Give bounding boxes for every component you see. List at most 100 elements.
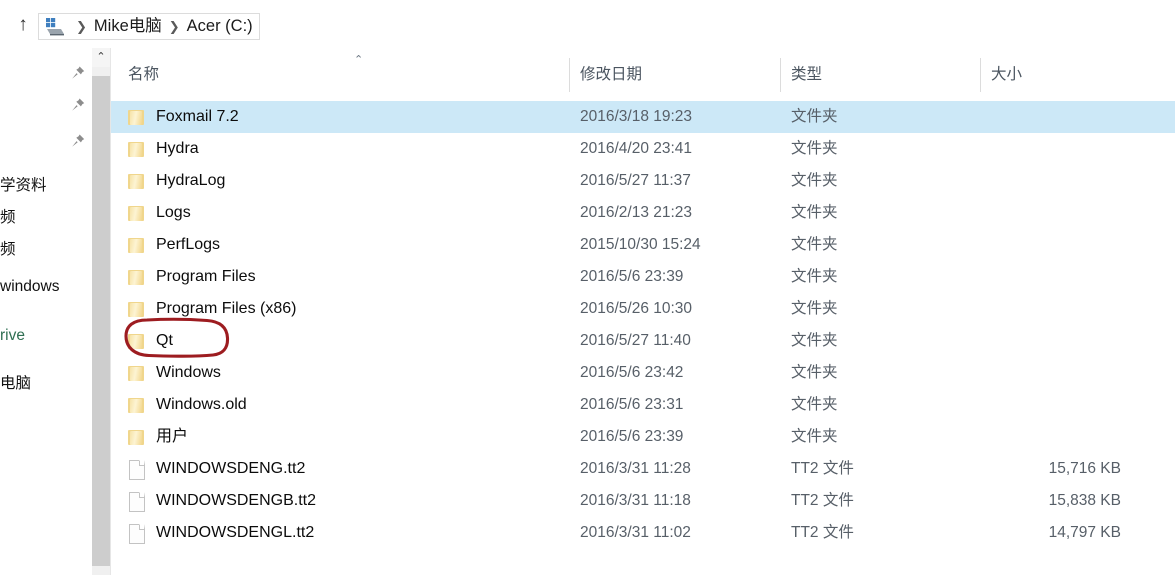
column-header-label: 类型	[791, 65, 823, 83]
file-type-label: 文件夹	[791, 396, 838, 414]
file-name-label: Logs	[156, 204, 191, 221]
pin-icon[interactable]	[70, 97, 86, 113]
scroll-up-icon[interactable]: ⌃	[92, 48, 110, 67]
table-row[interactable]: WINDOWSDENGB.tt2 2016/3/31 11:18 TT2 文件 15,…	[111, 485, 1175, 517]
nav-item-label: 学资料	[0, 177, 47, 195]
scrollbar-thumb[interactable]	[92, 76, 110, 566]
table-row[interactable]: WINDOWSDENGL.tt2 2016/3/31 11:02 TT2 文件 14,…	[111, 517, 1175, 549]
file-size-label: 14,797 KB	[1048, 524, 1121, 542]
folder-icon	[128, 267, 145, 287]
column-header-row: ⌃ 名称 修改日期 类型 大小	[111, 48, 1175, 102]
file-icon	[128, 459, 145, 480]
folder-icon	[128, 139, 145, 159]
file-name-cell[interactable]: Foxmail 7.2	[128, 101, 239, 133]
date-modified-label: 2016/3/31 11:28	[580, 460, 691, 478]
file-name-label: PerfLogs	[156, 236, 221, 253]
file-type-label: TT2 文件	[791, 524, 854, 542]
file-type-cell: 文件夹	[791, 357, 838, 389]
breadcrumb-item-pc[interactable]: Mike电脑	[94, 18, 162, 35]
table-row[interactable]: Logs 2016/2/13 21:23 文件夹	[111, 197, 1175, 229]
file-type-cell: 文件夹	[791, 101, 838, 133]
file-type-cell: TT2 文件	[791, 453, 854, 485]
pin-icon[interactable]	[70, 133, 86, 149]
column-divider[interactable]	[780, 58, 781, 92]
column-header-label: 大小	[991, 65, 1023, 83]
table-row[interactable]: PerfLogs 2015/10/30 15:24 文件夹	[111, 229, 1175, 261]
file-type-label: 文件夹	[791, 236, 838, 254]
file-name-label: Program Files	[156, 268, 256, 285]
table-row[interactable]: Hydra 2016/4/20 23:41 文件夹	[111, 133, 1175, 165]
file-type-cell: 文件夹	[791, 165, 838, 197]
column-header-date-modified[interactable]: 修改日期	[580, 48, 642, 101]
breadcrumb-separator[interactable]: ❯	[69, 20, 94, 33]
breadcrumb-separator[interactable]: ❯	[162, 20, 187, 33]
table-row[interactable]: Foxmail 7.2 2016/3/18 19:23 文件夹	[111, 101, 1175, 133]
table-row[interactable]: WINDOWSDENG.tt2 2016/3/31 11:28 TT2 文件 15,7…	[111, 453, 1175, 485]
file-type-cell: 文件夹	[791, 389, 838, 421]
nav-item-onedrive[interactable]: rive	[0, 320, 92, 352]
folder-icon	[128, 203, 145, 223]
file-size-label: 15,716 KB	[1048, 460, 1121, 478]
file-type-label: TT2 文件	[791, 492, 854, 510]
file-name-cell[interactable]: Logs	[128, 197, 191, 229]
file-name-cell[interactable]: PerfLogs	[128, 229, 220, 261]
file-name-label: Foxmail 7.2	[156, 108, 239, 125]
nav-item[interactable]: windows	[0, 271, 92, 303]
date-modified-label: 2016/5/6 23:39	[580, 268, 684, 286]
nav-item-label: windows	[0, 278, 60, 296]
nav-item-this-pc[interactable]: 电脑	[0, 368, 92, 400]
file-name-cell[interactable]: 用户	[128, 421, 188, 453]
column-header-name[interactable]: 名称	[128, 48, 159, 101]
file-name-cell[interactable]: Hydra	[128, 133, 199, 165]
nav-item[interactable]: 频	[0, 202, 92, 234]
folder-icon	[128, 363, 145, 383]
table-row[interactable]: Windows.old 2016/5/6 23:31 文件夹	[111, 389, 1175, 421]
file-name-label: Qt	[156, 332, 173, 349]
up-one-level-button[interactable]: ↑	[12, 14, 34, 36]
table-row[interactable]: Windows 2016/5/6 23:42 文件夹	[111, 357, 1175, 389]
file-type-label: TT2 文件	[791, 460, 854, 478]
table-row[interactable]: Program Files (x86) 2016/5/26 10:30 文件夹	[111, 293, 1175, 325]
table-row[interactable]: Program Files 2016/5/6 23:39 文件夹	[111, 261, 1175, 293]
date-modified-label: 2015/10/30 15:24	[580, 236, 701, 254]
file-name-label: WINDOWSDENGL.tt2	[156, 524, 315, 541]
file-name-cell[interactable]: WINDOWSDENG.tt2	[128, 453, 305, 485]
file-name-label: HydraLog	[156, 172, 226, 189]
column-divider[interactable]	[980, 58, 981, 92]
column-header-size[interactable]: 大小	[991, 48, 1022, 101]
file-name-label: Program Files (x86)	[156, 300, 297, 317]
table-row[interactable]: 用户 2016/5/6 23:39 文件夹	[111, 421, 1175, 453]
date-modified-cell: 2016/3/18 19:23	[580, 101, 692, 133]
navigation-scrollbar[interactable]: ⌃	[92, 48, 111, 575]
column-divider[interactable]	[569, 58, 570, 92]
file-name-cell[interactable]: Program Files	[128, 261, 256, 293]
table-row[interactable]: HydraLog 2016/5/27 11:37 文件夹	[111, 165, 1175, 197]
column-header-type[interactable]: 类型	[791, 48, 822, 101]
date-modified-cell: 2016/5/27 11:37	[580, 165, 691, 197]
folder-icon	[128, 427, 145, 447]
file-name-cell[interactable]: Windows.old	[128, 389, 247, 421]
date-modified-label: 2016/3/31 11:18	[580, 492, 691, 510]
file-type-cell: 文件夹	[791, 325, 838, 357]
file-name-cell[interactable]: HydraLog	[128, 165, 225, 197]
pin-icon[interactable]	[70, 65, 86, 81]
windows-drive-icon[interactable]	[44, 17, 66, 36]
file-name-label: 用户	[156, 428, 189, 445]
breadcrumb[interactable]: ❯ Mike电脑 ❯ Acer (C:)	[38, 13, 260, 40]
file-name-cell[interactable]: Windows	[128, 357, 221, 389]
folder-icon	[128, 299, 145, 319]
file-size-cell: 15,838 KB	[981, 485, 1121, 517]
file-name-cell[interactable]: WINDOWSDENGB.tt2	[128, 485, 316, 517]
date-modified-cell: 2016/3/31 11:02	[580, 517, 691, 549]
navigation-pane: 学资料 频 频 windows rive 电脑	[0, 48, 92, 575]
file-name-cell[interactable]: Program Files (x86)	[128, 293, 296, 325]
nav-item[interactable]: 学资料	[0, 170, 92, 202]
table-row[interactable]: Qt 2016/5/27 11:40 文件夹	[111, 325, 1175, 357]
file-name-cell[interactable]: WINDOWSDENGL.tt2	[128, 517, 314, 549]
date-modified-cell: 2016/5/6 23:31	[580, 389, 683, 421]
date-modified-cell: 2016/5/27 11:40	[580, 325, 691, 357]
file-type-label: 文件夹	[791, 108, 838, 126]
nav-item[interactable]: 频	[0, 234, 92, 266]
breadcrumb-item-drive[interactable]: Acer (C:)	[187, 18, 253, 35]
file-name-cell[interactable]: Qt	[128, 325, 173, 357]
